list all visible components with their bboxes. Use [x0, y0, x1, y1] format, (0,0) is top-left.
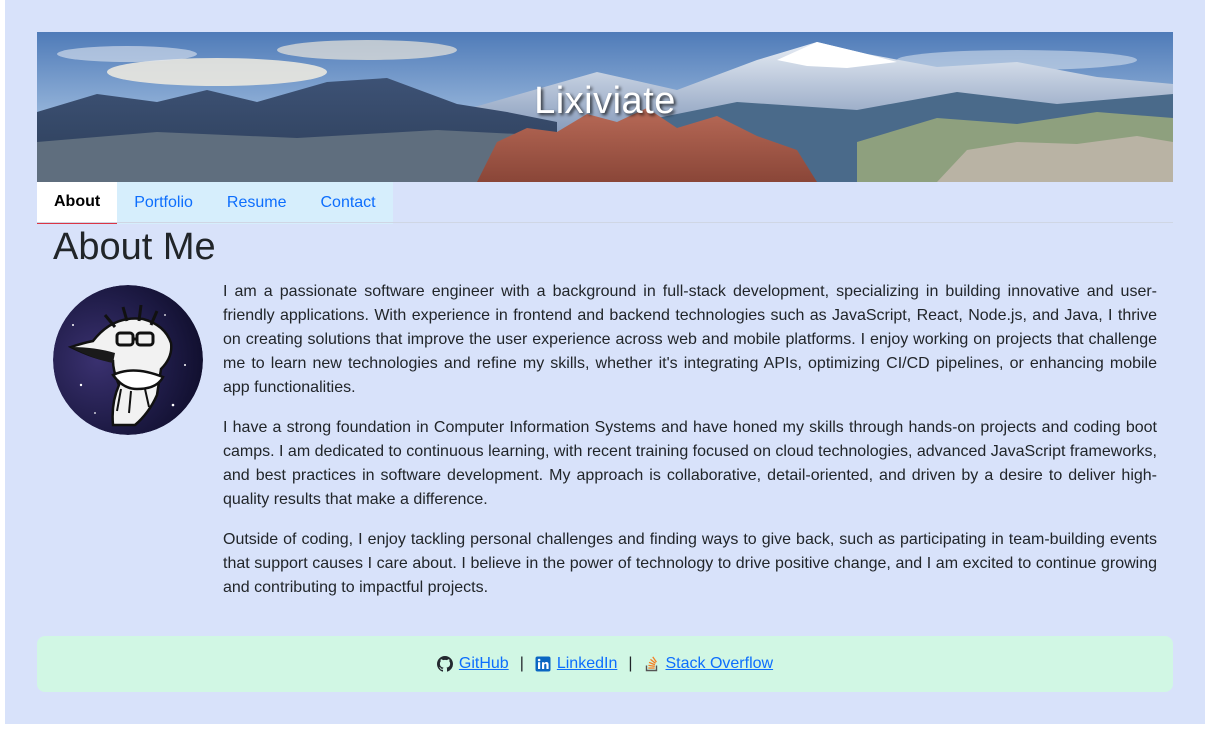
- site-title: Lixiviate: [534, 80, 676, 122]
- avatar: [53, 285, 203, 435]
- github-link[interactable]: GitHub: [436, 655, 509, 673]
- stackoverflow-link[interactable]: Stack Overflow: [644, 655, 774, 673]
- page: Lixiviate About Portfolio Resume Contact…: [5, 0, 1205, 724]
- bio-section: I am a passionate software engineer with…: [223, 280, 1157, 616]
- tab-resume[interactable]: Resume: [210, 182, 304, 224]
- bio-paragraph: I am a passionate software engineer with…: [223, 283, 1157, 396]
- page-title: About Me: [53, 226, 216, 268]
- nav-tabs: About Portfolio Resume Contact: [37, 182, 393, 224]
- link-separator: |: [628, 655, 633, 672]
- tab-about[interactable]: About: [37, 182, 118, 224]
- header-banner: Lixiviate: [37, 32, 1173, 182]
- stackoverflow-icon: [645, 656, 657, 672]
- stackoverflow-link-label: Stack Overflow: [665, 655, 774, 672]
- crow-avatar-image: [53, 285, 203, 435]
- linkedin-link-label: LinkedIn: [556, 655, 618, 672]
- tab-contact[interactable]: Contact: [303, 182, 392, 224]
- social-links-footer: GitHub | LinkedIn | Stack Overflow: [37, 636, 1173, 692]
- bio-paragraph: I have a strong foundation in Computer I…: [223, 419, 1157, 508]
- tab-portfolio[interactable]: Portfolio: [117, 182, 210, 224]
- linkedin-icon: [535, 656, 551, 672]
- github-icon: [436, 656, 453, 672]
- link-separator: |: [519, 655, 524, 672]
- github-link-label: GitHub: [458, 655, 509, 672]
- tabs-divider: [37, 222, 1173, 223]
- bio-paragraph: Outside of coding, I enjoy tackling pers…: [223, 531, 1157, 596]
- linkedin-link[interactable]: LinkedIn: [535, 655, 618, 673]
